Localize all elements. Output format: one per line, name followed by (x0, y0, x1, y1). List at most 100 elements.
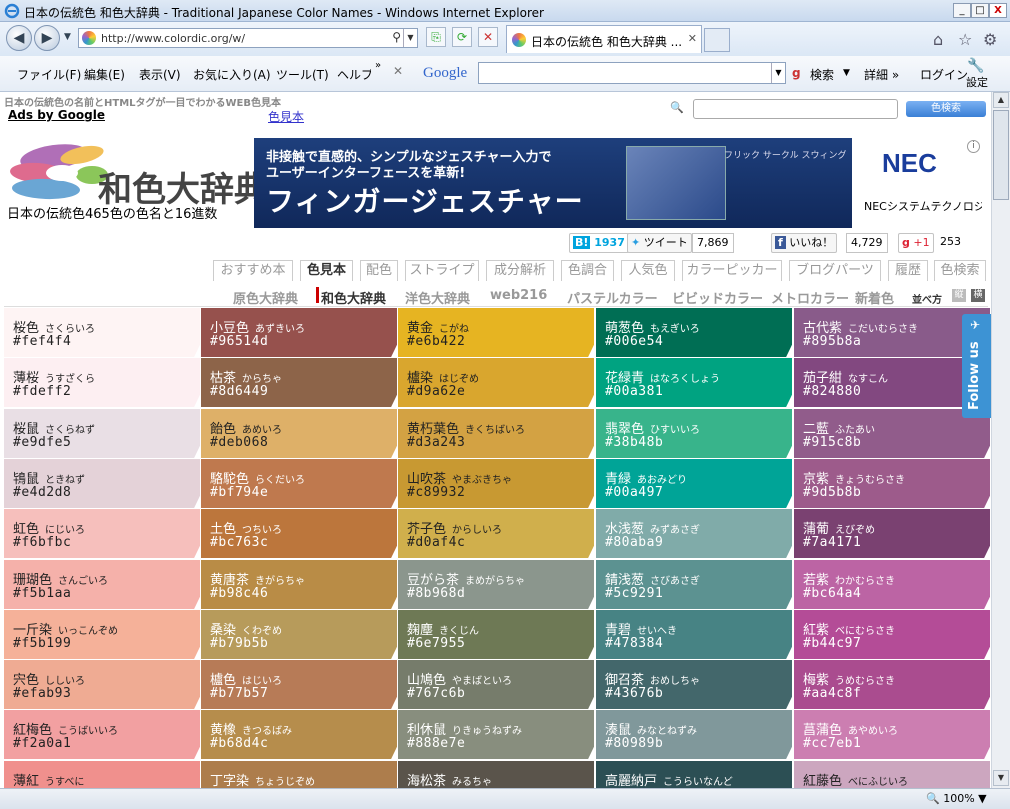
color-swatch[interactable]: 紅紫 べにむらさき #b44c97 (794, 610, 990, 659)
color-search-input[interactable] (693, 99, 898, 119)
ads-by-google-link[interactable]: Ads by Google (8, 108, 105, 122)
color-swatch[interactable]: 御召茶 おめしちゃ #43676b (596, 660, 792, 709)
color-swatch[interactable]: 紅藤色べにふじいろ#cca6bf (794, 761, 990, 788)
ad-banner[interactable]: 非接触で直感的、シンプルなジェスチャー入力で ユーザーインターフェースを革新! … (254, 138, 982, 228)
subnav-western-colors[interactable]: 洋色大辞典 (405, 288, 470, 307)
color-swatch[interactable]: 利休鼠 りきゅうねずみ #888e7e (398, 710, 594, 759)
tab-recommended-books[interactable]: おすすめ本 (213, 260, 293, 281)
minimize-button[interactable]: _ (953, 3, 971, 18)
subnav-vivid[interactable]: ビビッドカラー (672, 288, 763, 307)
subnav-japanese-colors[interactable]: 和色大辞典 (321, 288, 386, 307)
color-swatch[interactable]: 花緑青 はなろくしょう #00a381 (596, 358, 792, 407)
color-swatch[interactable]: 珊瑚色 さんごいろ #f5b1aa (4, 560, 200, 609)
sort-vertical-button[interactable]: 縦 (952, 289, 966, 302)
color-swatch[interactable]: 水浅葱 みずあさぎ #80aba9 (596, 509, 792, 558)
tab-stripe[interactable]: ストライプ (405, 260, 479, 281)
detail-button[interactable]: 詳細 » (864, 66, 899, 83)
tweet-button[interactable]: ✦ ツイート (627, 233, 692, 253)
menu-file[interactable]: ファイル(F) (17, 66, 81, 83)
new-tab-button[interactable] (704, 28, 730, 52)
color-swatch[interactable]: 海松茶みるちゃ#5a544b (398, 761, 594, 788)
color-swatch[interactable]: 古代紫 こだいむらさき #895b8a (794, 308, 990, 357)
scroll-thumb[interactable] (993, 110, 1009, 200)
google-search-dropdown-icon[interactable]: ▼ (771, 63, 785, 83)
home-icon[interactable]: ⌂ (933, 30, 943, 49)
google-search-input[interactable]: ▼ (478, 62, 786, 84)
close-window-button[interactable]: X (989, 3, 1007, 18)
color-swatch[interactable]: 黄橡 きつるばみ #b68d4c (201, 710, 397, 759)
color-swatch[interactable]: 豆がら茶 まめがらちゃ #8b968d (398, 560, 594, 609)
color-swatch[interactable]: 宍色 ししいろ #efab93 (4, 660, 200, 709)
tab-history[interactable]: 履歴 (888, 260, 928, 281)
tab-close-icon[interactable]: ✕ (688, 32, 697, 45)
subnav-pastel[interactable]: パステルカラー (567, 288, 658, 307)
color-swatch[interactable]: 櫨色 はじいろ #b77b57 (201, 660, 397, 709)
subnav-new-colors[interactable]: 新着色 (855, 288, 894, 307)
color-swatch[interactable]: 湊鼠 みなとねずみ #80989b (596, 710, 792, 759)
color-swatch[interactable]: 薄紅うすべに#f0908d (4, 761, 200, 788)
back-button[interactable]: ◀ (6, 25, 32, 51)
color-sample-link[interactable]: 色見本 (268, 108, 304, 125)
color-swatch[interactable]: 枯茶 からちゃ #8d6449 (201, 358, 397, 407)
color-swatch[interactable]: 小豆色 あずきいろ #96514d (201, 308, 397, 357)
follow-us-tab[interactable]: ✈ Follow us (962, 314, 991, 418)
color-swatch[interactable]: 駱駝色 らくだいろ #bf794e (201, 459, 397, 508)
color-swatch[interactable]: 丁字染ちょうじぞめ#ad7d4c (201, 761, 397, 788)
color-search-button[interactable]: 色検索 (906, 101, 986, 117)
tab-popular-colors[interactable]: 人気色 (621, 260, 675, 281)
color-swatch[interactable]: 山吹茶 やまぶきちゃ #c89932 (398, 459, 594, 508)
tab-color-mixing[interactable]: 色調合 (561, 260, 614, 281)
color-swatch[interactable]: 飴色 あめいろ #deb068 (201, 409, 397, 458)
color-swatch[interactable]: 萌葱色 もえぎいろ #006e54 (596, 308, 792, 357)
menu-help[interactable]: ヘルプ( (337, 66, 371, 83)
color-swatch[interactable]: 茄子紺 なすこん #824880 (794, 358, 990, 407)
color-swatch[interactable]: 翡翠色 ひすいいろ #38b48b (596, 409, 792, 458)
gear-icon[interactable]: ⚙ (983, 30, 997, 49)
color-swatch[interactable]: 二藍 ふたあい #915c8b (794, 409, 990, 458)
color-swatch[interactable]: 虹色 にじいろ #f6bfbc (4, 509, 200, 558)
maximize-button[interactable]: □ (971, 3, 989, 18)
color-swatch[interactable]: 桜鼠 さくらねず #e9dfe5 (4, 409, 200, 458)
browser-tab[interactable]: 日本の伝統色 和色大辞典 ... ✕ (506, 25, 702, 53)
color-swatch[interactable]: 黄唐茶 きがらちゃ #b98c46 (201, 560, 397, 609)
color-swatch[interactable]: 桑染 くわぞめ #b79b5b (201, 610, 397, 659)
color-swatch[interactable]: 麹塵 きくじん #6e7955 (398, 610, 594, 659)
settings-label[interactable]: 設定 (966, 74, 988, 90)
menu-favorites[interactable]: お気に入り(A) (193, 66, 271, 83)
tab-component-analysis[interactable]: 成分解析 (486, 260, 554, 281)
search-dropdown-icon[interactable]: ▼ (843, 68, 850, 78)
menu-overflow-icon[interactable]: » (375, 60, 381, 71)
color-swatch[interactable]: 青碧 せいへき #478384 (596, 610, 792, 659)
color-swatch[interactable]: 山鳩色 やまばといろ #767c6b (398, 660, 594, 709)
color-swatch[interactable]: 青緑 あおみどり #00a497 (596, 459, 792, 508)
color-swatch[interactable]: 薄桜 うすざくら #fdeff2 (4, 358, 200, 407)
tab-blog-parts[interactable]: ブログパーツ (789, 260, 881, 281)
subnav-metro[interactable]: メトロカラー (771, 288, 849, 307)
refresh-icon[interactable]: ⟳ (452, 27, 472, 47)
color-swatch[interactable]: 芥子色 からしいろ #d0af4c (398, 509, 594, 558)
ad-info-icon[interactable]: i (967, 140, 980, 153)
tab-color-picker[interactable]: カラーピッカー (682, 260, 782, 281)
hatena-bookmark-button[interactable]: B! 1937 (569, 233, 629, 253)
vertical-scrollbar[interactable]: ▲ ▼ (991, 92, 1010, 788)
login-button[interactable]: ログイン (920, 66, 968, 83)
forward-button[interactable]: ▶ (34, 25, 60, 51)
color-swatch[interactable]: 京紫 きょうむらさき #9d5b8b (794, 459, 990, 508)
subnav-web216[interactable]: web216 (490, 288, 547, 303)
color-swatch[interactable]: 紅梅色 こうばいいろ #f2a0a1 (4, 710, 200, 759)
color-swatch[interactable]: 黄金 こがね #e6b422 (398, 308, 594, 357)
color-swatch[interactable]: 梅紫 うめむらさき #aa4c8f (794, 660, 990, 709)
subnav-primary-colors[interactable]: 原色大辞典 (233, 288, 298, 307)
color-swatch[interactable]: 鴇鼠 ときねず #e4d2d8 (4, 459, 200, 508)
zoom-control[interactable]: 🔍 100% ▼ (926, 792, 987, 805)
color-swatch[interactable]: 菖蒲色 あやめいろ #cc7eb1 (794, 710, 990, 759)
facebook-like-button[interactable]: f いいね！ (771, 233, 838, 253)
color-swatch[interactable]: 土色 つちいろ #bc763c (201, 509, 397, 558)
color-swatch[interactable]: 若紫 わかむらさき #bc64a4 (794, 560, 990, 609)
gplus-button[interactable]: g +1 (898, 233, 934, 253)
color-swatch[interactable]: 櫨染 はじぞめ #d9a62e (398, 358, 594, 407)
stop-icon[interactable]: ✕ (478, 27, 498, 47)
scroll-down-arrow-icon[interactable]: ▼ (993, 770, 1009, 786)
color-swatch[interactable]: 一斤染 いっこんぞめ #f5b199 (4, 610, 200, 659)
url-field[interactable]: http://www.colordic.org/w/ ⚲ ▼ (78, 28, 418, 48)
